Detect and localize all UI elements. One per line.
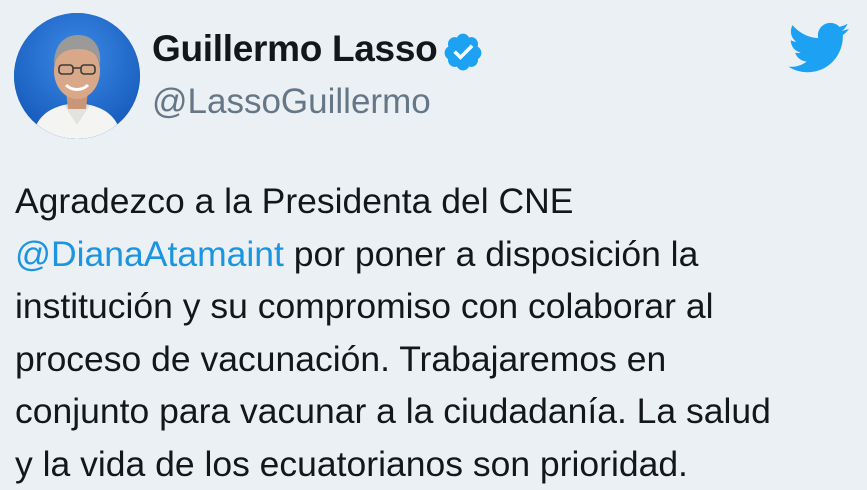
avatar-portrait-image bbox=[14, 13, 140, 139]
tweet-text-line: y la vida de los ecuatorianos son priori… bbox=[15, 438, 860, 490]
verified-badge-icon bbox=[442, 31, 484, 73]
tweet-text-line: @DianaAtamaint por poner a disposición l… bbox=[15, 228, 860, 281]
author-display-name[interactable]: Guillermo Lasso bbox=[152, 28, 437, 70]
tweet-text-line: conjunto para vacunar a la ciudadanía. L… bbox=[15, 385, 860, 438]
tweet-text: Agradezco a la Presidenta del CNE @Diana… bbox=[15, 175, 860, 490]
tweet-text-line: Agradezco a la Presidenta del CNE bbox=[15, 175, 860, 228]
tweet-card: Guillermo Lasso @LassoGuillermo Agradezc… bbox=[0, 0, 867, 473]
avatar[interactable] bbox=[14, 13, 140, 139]
author-handle[interactable]: @LassoGuillermo bbox=[152, 82, 431, 122]
tweet-text-line: proceso de vacunación. Trabajaremos en bbox=[15, 333, 860, 386]
twitter-bird-icon[interactable] bbox=[788, 20, 850, 74]
tweet-text-line: institución y su compromiso con colabora… bbox=[15, 280, 860, 333]
mention-link[interactable]: @DianaAtamaint bbox=[15, 234, 284, 274]
